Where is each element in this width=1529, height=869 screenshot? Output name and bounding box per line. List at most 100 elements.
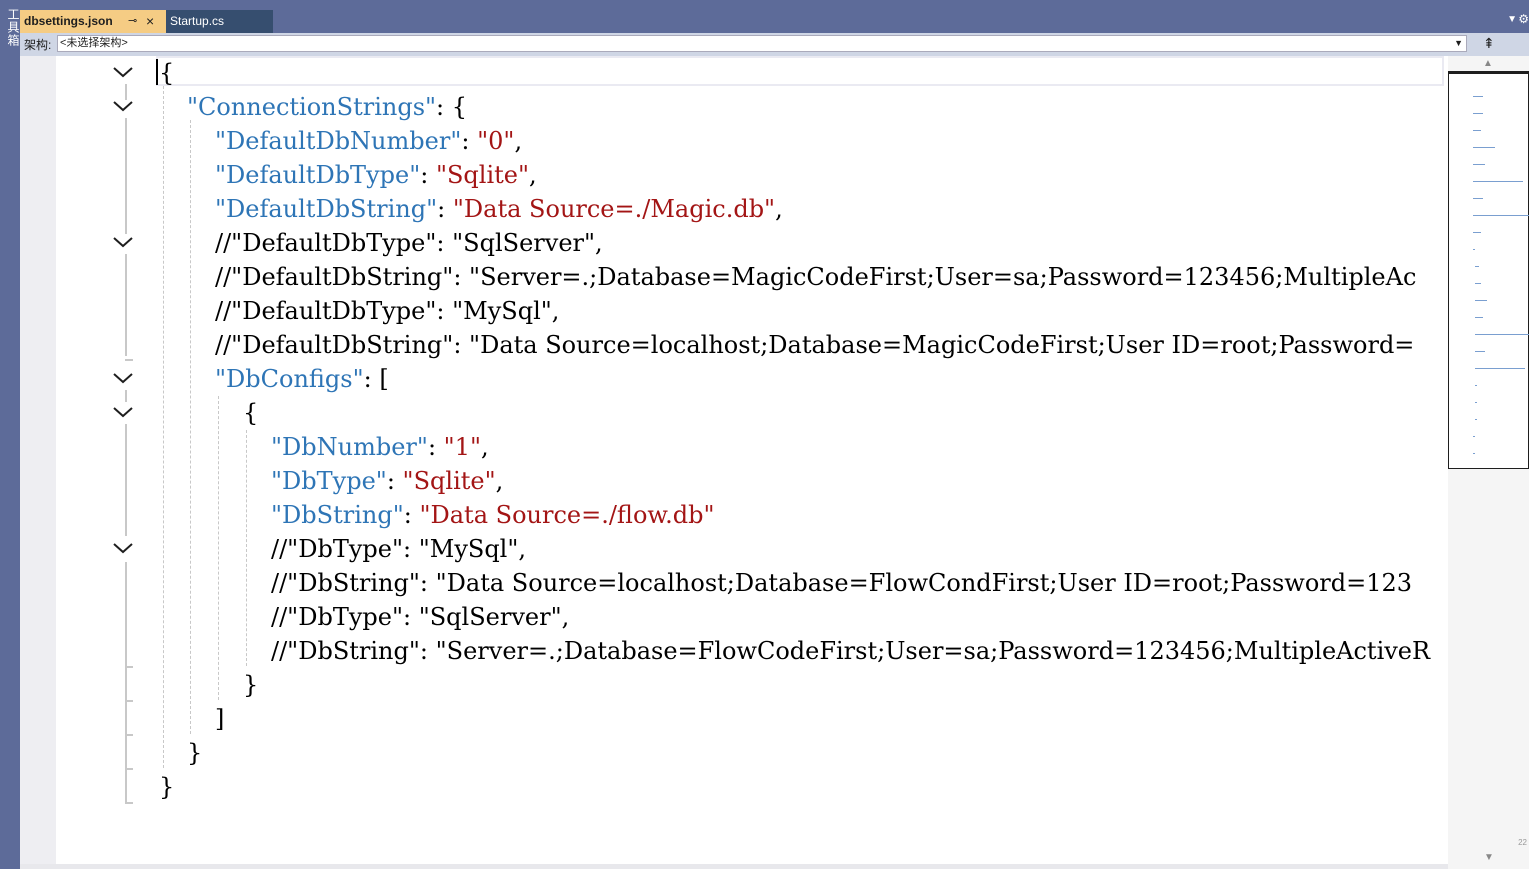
code-line[interactable]: //"DefaultDbType": "SqlServer", [215,226,603,260]
minimap-line [1473,96,1483,97]
indent-guide [218,396,219,700]
code-line[interactable]: { [243,396,258,430]
code-line[interactable]: "DbString": "Data Source=./flow.db" [271,498,714,532]
horizontal-scrollbar[interactable] [20,864,1448,869]
code-line[interactable]: } [159,770,174,804]
indent-guide [190,120,191,734]
fold-guide-end [125,802,133,804]
chevron-down-icon[interactable]: ▼ [1507,14,1517,25]
gear-icon[interactable]: ⚙ [1518,12,1529,26]
code-text: //"DefaultDbString": "Server=.;Database=… [215,263,1417,291]
code-text: : [437,195,453,223]
code-text: //"DefaultDbString": "Data Source=localh… [215,331,1415,359]
code-text: { [159,59,175,87]
code-text: : [427,433,444,461]
minimap-line [1473,181,1523,182]
code-text: : [403,501,420,529]
fold-guide [125,736,127,768]
json-key: "DbConfigs" [215,365,364,393]
json-key: "DbString" [271,501,404,529]
indent-guide [246,430,247,666]
json-string: "Sqlite" [435,161,530,189]
toolbox-label[interactable]: 工具箱 [1,8,20,47]
close-icon[interactable]: × [146,10,154,33]
fold-guide-end [125,359,133,361]
minimap-line [1475,266,1479,267]
json-key: "DefaultDbNumber" [215,127,462,155]
tab-label: dbsettings.json [24,14,113,28]
code-line[interactable]: { [159,56,174,90]
code-text: , [775,195,783,223]
code-line[interactable]: } [187,736,202,770]
code-line[interactable]: //"DbString": "Data Source=localhost;Dat… [271,566,1412,600]
fold-chevron-icon[interactable] [112,405,136,421]
code-line[interactable]: //"DbString": "Server=.;Database=FlowCod… [271,634,1430,668]
code-text: //"DbType": "MySql", [271,535,527,563]
json-key: "DefaultDbType" [215,161,421,189]
indent-guide [163,86,164,768]
code-line[interactable]: //"DefaultDbString": "Server=.;Database=… [215,260,1416,294]
code-editor[interactable]: {"ConnectionStrings": {"DefaultDbNumber"… [56,56,1448,869]
scroll-up-icon[interactable]: ▲ [1483,58,1493,69]
code-line[interactable]: "ConnectionStrings": { [187,90,467,124]
toolbox-strip[interactable]: 工具箱 [0,0,20,869]
minimap-line [1475,368,1525,369]
minimap-line [1475,351,1485,352]
schema-label: 架构: [24,38,52,52]
minimap-line [1473,130,1481,131]
code-line[interactable]: //"DbType": "SqlServer", [271,600,569,634]
minimap-line [1475,419,1477,420]
code-text: , [529,161,537,189]
minimap-line [1475,385,1477,386]
code-line[interactable]: //"DefaultDbType": "MySql", [215,294,559,328]
minimap-viewport[interactable] [1448,71,1529,469]
code-line[interactable]: "DbConfigs": [ [215,362,389,396]
code-text: //"DefaultDbType": "MySql", [215,297,560,325]
code-line[interactable]: //"DbType": "MySql", [271,532,526,566]
code-text: } [187,739,203,767]
fold-guide [125,668,127,700]
code-line[interactable]: "DefaultDbNumber": "0", [215,124,522,158]
fold-guide [125,424,127,536]
code-line[interactable]: "DefaultDbString": "Data Source=./Magic.… [215,192,783,226]
code-text: //"DbType": "SqlServer", [271,603,570,631]
minimap-line [1473,249,1475,250]
code-text: { [243,399,259,427]
minimap-line [1473,436,1475,437]
code-line[interactable]: } [243,668,258,702]
fold-guide [125,702,127,734]
editor-gutter [20,56,56,869]
tab-label: Startup.cs [170,14,225,28]
code-line[interactable]: "DbType": "Sqlite", [271,464,503,498]
fold-chevron-icon[interactable] [112,99,136,115]
fold-guide [125,390,127,402]
minimap-line [1473,113,1483,114]
fold-chevron-icon[interactable] [112,235,136,251]
code-text: : [ [363,365,389,393]
json-key: "DefaultDbString" [215,195,438,223]
fold-chevron-icon[interactable] [112,541,136,557]
scroll-down-icon[interactable]: ▼ [1484,852,1494,863]
tab-startup-cs[interactable]: Startup.cs [166,10,273,33]
code-text: , [514,127,523,155]
pin-icon[interactable]: ⊸ [128,10,137,33]
code-line[interactable]: ] [215,702,224,736]
current-line-highlight [156,56,1444,86]
code-minimap[interactable]: ▲ 22 ▼ [1448,56,1529,869]
minimap-line [1475,402,1477,403]
fold-chevron-icon[interactable] [112,371,136,387]
tab-dbsettings-json[interactable]: dbsettings.json ⊸ × [20,10,166,33]
code-text: : [386,467,403,495]
code-line[interactable]: "DbNumber": "1", [271,430,489,464]
fold-chevron-icon[interactable] [112,65,136,81]
fold-guide [125,84,127,100]
code-line[interactable]: "DefaultDbType": "Sqlite", [215,158,537,192]
minimap-line [1473,215,1529,216]
code-text: : { [436,93,468,121]
schema-dropdown[interactable]: <未选择架构> ▼ [57,35,1467,52]
split-icon[interactable]: ⇞ [1483,35,1495,52]
code-line[interactable]: //"DefaultDbString": "Data Source=localh… [215,328,1414,362]
minimap-line [1473,453,1475,454]
minimap-line [1475,317,1483,318]
minimap-line [1475,283,1481,284]
